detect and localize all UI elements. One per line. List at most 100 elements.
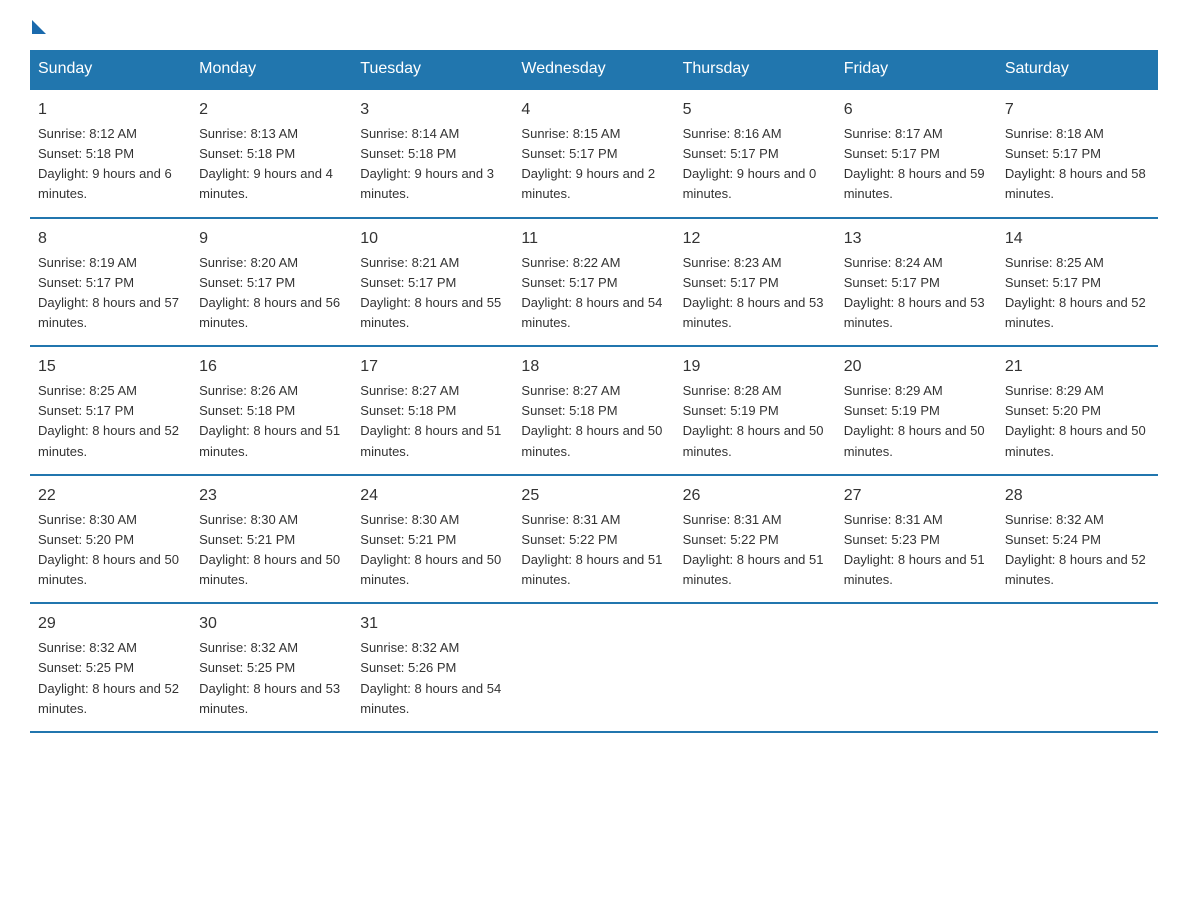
day-info: Sunrise: 8:30 AMSunset: 5:21 PMDaylight:… [199,510,344,591]
day-number: 21 [1005,355,1150,379]
day-info: Sunrise: 8:29 AMSunset: 5:19 PMDaylight:… [844,381,989,462]
day-info: Sunrise: 8:20 AMSunset: 5:17 PMDaylight:… [199,253,344,334]
calendar-cell: 29Sunrise: 8:32 AMSunset: 5:25 PMDayligh… [30,603,191,732]
day-number: 19 [683,355,828,379]
weekday-header-friday: Friday [836,50,997,89]
day-number: 28 [1005,484,1150,508]
calendar-cell: 6Sunrise: 8:17 AMSunset: 5:17 PMDaylight… [836,89,997,218]
calendar-table: SundayMondayTuesdayWednesdayThursdayFrid… [30,50,1158,733]
calendar-cell: 28Sunrise: 8:32 AMSunset: 5:24 PMDayligh… [997,475,1158,604]
day-info: Sunrise: 8:27 AMSunset: 5:18 PMDaylight:… [521,381,666,462]
day-number: 24 [360,484,505,508]
day-number: 15 [38,355,183,379]
day-info: Sunrise: 8:31 AMSunset: 5:22 PMDaylight:… [683,510,828,591]
day-number: 7 [1005,98,1150,122]
day-info: Sunrise: 8:16 AMSunset: 5:17 PMDaylight:… [683,124,828,205]
day-number: 8 [38,227,183,251]
calendar-cell: 12Sunrise: 8:23 AMSunset: 5:17 PMDayligh… [675,218,836,347]
calendar-week-row: 8Sunrise: 8:19 AMSunset: 5:17 PMDaylight… [30,218,1158,347]
day-info: Sunrise: 8:30 AMSunset: 5:21 PMDaylight:… [360,510,505,591]
day-info: Sunrise: 8:25 AMSunset: 5:17 PMDaylight:… [1005,253,1150,334]
logo-text [30,20,46,34]
day-info: Sunrise: 8:18 AMSunset: 5:17 PMDaylight:… [1005,124,1150,205]
calendar-cell: 20Sunrise: 8:29 AMSunset: 5:19 PMDayligh… [836,346,997,475]
day-info: Sunrise: 8:32 AMSunset: 5:26 PMDaylight:… [360,638,505,719]
calendar-cell: 26Sunrise: 8:31 AMSunset: 5:22 PMDayligh… [675,475,836,604]
weekday-header-sunday: Sunday [30,50,191,89]
calendar-cell: 11Sunrise: 8:22 AMSunset: 5:17 PMDayligh… [513,218,674,347]
day-info: Sunrise: 8:22 AMSunset: 5:17 PMDaylight:… [521,253,666,334]
calendar-cell: 22Sunrise: 8:30 AMSunset: 5:20 PMDayligh… [30,475,191,604]
day-info: Sunrise: 8:27 AMSunset: 5:18 PMDaylight:… [360,381,505,462]
calendar-week-row: 1Sunrise: 8:12 AMSunset: 5:18 PMDaylight… [30,89,1158,218]
calendar-cell [513,603,674,732]
logo-arrow-icon [32,20,46,34]
calendar-cell: 14Sunrise: 8:25 AMSunset: 5:17 PMDayligh… [997,218,1158,347]
weekday-header-monday: Monday [191,50,352,89]
day-info: Sunrise: 8:28 AMSunset: 5:19 PMDaylight:… [683,381,828,462]
calendar-cell: 16Sunrise: 8:26 AMSunset: 5:18 PMDayligh… [191,346,352,475]
day-info: Sunrise: 8:30 AMSunset: 5:20 PMDaylight:… [38,510,183,591]
calendar-cell: 10Sunrise: 8:21 AMSunset: 5:17 PMDayligh… [352,218,513,347]
day-info: Sunrise: 8:24 AMSunset: 5:17 PMDaylight:… [844,253,989,334]
day-number: 10 [360,227,505,251]
day-info: Sunrise: 8:21 AMSunset: 5:17 PMDaylight:… [360,253,505,334]
day-number: 5 [683,98,828,122]
calendar-cell: 15Sunrise: 8:25 AMSunset: 5:17 PMDayligh… [30,346,191,475]
day-info: Sunrise: 8:12 AMSunset: 5:18 PMDaylight:… [38,124,183,205]
calendar-cell: 5Sunrise: 8:16 AMSunset: 5:17 PMDaylight… [675,89,836,218]
logo [30,20,46,30]
day-number: 4 [521,98,666,122]
day-number: 31 [360,612,505,636]
day-number: 26 [683,484,828,508]
day-number: 2 [199,98,344,122]
calendar-cell [836,603,997,732]
day-info: Sunrise: 8:31 AMSunset: 5:22 PMDaylight:… [521,510,666,591]
day-number: 9 [199,227,344,251]
weekday-header-saturday: Saturday [997,50,1158,89]
weekday-header-wednesday: Wednesday [513,50,674,89]
day-info: Sunrise: 8:32 AMSunset: 5:25 PMDaylight:… [38,638,183,719]
calendar-week-row: 15Sunrise: 8:25 AMSunset: 5:17 PMDayligh… [30,346,1158,475]
calendar-cell: 27Sunrise: 8:31 AMSunset: 5:23 PMDayligh… [836,475,997,604]
day-info: Sunrise: 8:29 AMSunset: 5:20 PMDaylight:… [1005,381,1150,462]
calendar-cell: 31Sunrise: 8:32 AMSunset: 5:26 PMDayligh… [352,603,513,732]
calendar-cell: 23Sunrise: 8:30 AMSunset: 5:21 PMDayligh… [191,475,352,604]
calendar-cell: 30Sunrise: 8:32 AMSunset: 5:25 PMDayligh… [191,603,352,732]
calendar-cell: 9Sunrise: 8:20 AMSunset: 5:17 PMDaylight… [191,218,352,347]
weekday-header-row: SundayMondayTuesdayWednesdayThursdayFrid… [30,50,1158,89]
day-info: Sunrise: 8:31 AMSunset: 5:23 PMDaylight:… [844,510,989,591]
day-number: 27 [844,484,989,508]
day-number: 11 [521,227,666,251]
calendar-cell: 8Sunrise: 8:19 AMSunset: 5:17 PMDaylight… [30,218,191,347]
calendar-cell: 13Sunrise: 8:24 AMSunset: 5:17 PMDayligh… [836,218,997,347]
day-info: Sunrise: 8:19 AMSunset: 5:17 PMDaylight:… [38,253,183,334]
calendar-cell: 24Sunrise: 8:30 AMSunset: 5:21 PMDayligh… [352,475,513,604]
calendar-cell: 17Sunrise: 8:27 AMSunset: 5:18 PMDayligh… [352,346,513,475]
day-number: 29 [38,612,183,636]
calendar-cell: 19Sunrise: 8:28 AMSunset: 5:19 PMDayligh… [675,346,836,475]
day-number: 23 [199,484,344,508]
calendar-cell: 7Sunrise: 8:18 AMSunset: 5:17 PMDaylight… [997,89,1158,218]
day-number: 30 [199,612,344,636]
calendar-week-row: 22Sunrise: 8:30 AMSunset: 5:20 PMDayligh… [30,475,1158,604]
calendar-cell: 21Sunrise: 8:29 AMSunset: 5:20 PMDayligh… [997,346,1158,475]
day-number: 16 [199,355,344,379]
calendar-cell: 4Sunrise: 8:15 AMSunset: 5:17 PMDaylight… [513,89,674,218]
day-info: Sunrise: 8:14 AMSunset: 5:18 PMDaylight:… [360,124,505,205]
calendar-cell: 3Sunrise: 8:14 AMSunset: 5:18 PMDaylight… [352,89,513,218]
day-info: Sunrise: 8:26 AMSunset: 5:18 PMDaylight:… [199,381,344,462]
day-number: 20 [844,355,989,379]
day-number: 14 [1005,227,1150,251]
day-info: Sunrise: 8:32 AMSunset: 5:25 PMDaylight:… [199,638,344,719]
calendar-cell: 1Sunrise: 8:12 AMSunset: 5:18 PMDaylight… [30,89,191,218]
day-number: 25 [521,484,666,508]
day-info: Sunrise: 8:32 AMSunset: 5:24 PMDaylight:… [1005,510,1150,591]
day-number: 22 [38,484,183,508]
weekday-header-tuesday: Tuesday [352,50,513,89]
day-info: Sunrise: 8:15 AMSunset: 5:17 PMDaylight:… [521,124,666,205]
day-number: 17 [360,355,505,379]
calendar-week-row: 29Sunrise: 8:32 AMSunset: 5:25 PMDayligh… [30,603,1158,732]
weekday-header-thursday: Thursday [675,50,836,89]
day-info: Sunrise: 8:23 AMSunset: 5:17 PMDaylight:… [683,253,828,334]
